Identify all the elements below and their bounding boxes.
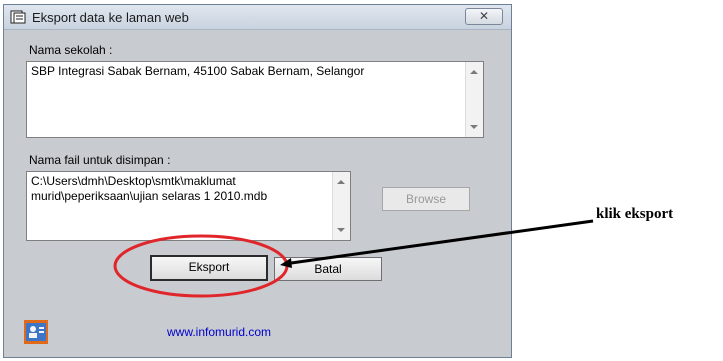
export-button[interactable]: Eksport [150,255,268,281]
file-name-label: Nama fail untuk disimpan : [29,153,171,167]
annotation-label: klik eksport [596,206,674,222]
browse-label: Browse [405,192,446,206]
export-label: Eksport [188,260,230,274]
cancel-button[interactable]: Batal [274,257,382,281]
file-name-value: C:\Users\dmh\Desktop\smtk\maklumat murid… [31,174,268,203]
database-icon [10,10,26,24]
scroll-down-icon[interactable] [337,228,345,232]
school-name-value: SBP Integrasi Sabak Bernam, 45100 Sabak … [31,64,365,78]
cancel-label: Batal [314,262,342,276]
school-name-scrollbar[interactable] [465,62,483,137]
window-title: Eksport data ke laman web [32,10,189,25]
file-name-scrollbar[interactable] [332,172,350,240]
school-name-field[interactable]: SBP Integrasi Sabak Bernam, 45100 Sabak … [26,61,484,138]
title-bar: Eksport data ke laman web ✕ [4,5,511,30]
user-card-icon[interactable] [24,320,48,344]
website-link[interactable]: www.infomurid.com [167,325,271,339]
browse-button[interactable]: Browse [382,187,470,211]
scroll-up-icon[interactable] [337,180,345,184]
scroll-up-icon[interactable] [470,70,478,74]
scroll-down-icon[interactable] [470,125,478,129]
close-icon: ✕ [478,9,490,23]
file-name-field[interactable]: C:\Users\dmh\Desktop\smtk\maklumat murid… [26,171,351,241]
school-name-label: Nama sekolah : [29,43,113,57]
close-button[interactable]: ✕ [465,8,503,25]
export-dialog: Eksport data ke laman web ✕ Nama sekolah… [3,4,512,358]
